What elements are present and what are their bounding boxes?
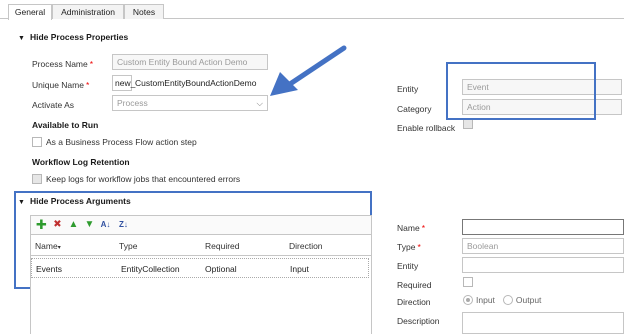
cell-direction: Input — [290, 264, 309, 274]
direction-output-label: Output — [515, 295, 542, 305]
activate-as-value: Process — [117, 98, 148, 108]
keep-logs-row: Keep logs for workflow jobs that encount… — [32, 174, 240, 184]
unique-name-value[interactable]: CustomEntityBoundActionDemo — [135, 78, 256, 88]
category-label: Category — [397, 104, 432, 114]
move-down-icon[interactable]: ▼ — [84, 219, 95, 230]
cell-required: Optional — [205, 264, 237, 274]
entity-highlight-box — [446, 62, 596, 120]
arguments-toolbar: ✚ ✖ ▲ ▼ A↓ Z↓ — [30, 215, 372, 234]
arg-entity-select[interactable] — [462, 257, 624, 273]
log-retention-title: Workflow Log Retention — [32, 157, 130, 167]
activate-as-select[interactable]: Process ⌵ — [112, 95, 268, 111]
process-properties-header[interactable]: ▼ Hide Process Properties — [18, 32, 128, 42]
move-up-icon[interactable]: ▲ — [68, 219, 79, 230]
direction-output-radio[interactable] — [502, 295, 513, 305]
bpf-checkbox-row: As a Business Process Flow action step — [32, 137, 197, 147]
process-name-label: Process Name * — [32, 59, 94, 69]
direction-input-radio[interactable] — [463, 295, 473, 305]
enable-rollback-checkbox[interactable] — [463, 119, 473, 129]
unique-name-prefix-field[interactable]: new_ — [112, 75, 135, 91]
bpf-checkbox[interactable] — [32, 137, 42, 147]
activate-as-label: Activate As — [32, 100, 75, 110]
keep-logs-label: Keep logs for workflow jobs that encount… — [46, 174, 241, 184]
entity-label: Entity — [397, 84, 419, 94]
chevron-down-icon: ⌵ — [256, 98, 263, 108]
tab-bar: General Administration Notes — [0, 0, 624, 20]
delete-icon[interactable]: ✖ — [52, 219, 63, 230]
process-properties-title: Hide Process Properties — [29, 32, 129, 42]
cell-name: Events — [36, 264, 62, 274]
bpf-checkbox-label: As a Business Process Flow action step — [46, 137, 197, 147]
arg-type-label: Type * — [397, 242, 421, 252]
column-header-required[interactable]: Required — [205, 241, 240, 251]
arg-description-label: Description — [397, 316, 440, 326]
arg-name-input[interactable] — [462, 219, 624, 235]
collapse-triangle-icon[interactable]: ▼ — [18, 35, 25, 42]
arg-required-checkbox[interactable] — [463, 277, 473, 287]
arg-entity-label: Entity — [397, 261, 419, 271]
column-header-name[interactable]: Name▾ — [35, 241, 61, 251]
column-header-direction[interactable]: Direction — [289, 241, 323, 251]
arg-description-textarea[interactable] — [462, 312, 624, 334]
arguments-grid-header: Name▾ Type Required Direction — [30, 234, 372, 256]
unique-name-label: Unique Name * — [32, 80, 90, 90]
arg-direction-label: Direction — [397, 297, 431, 307]
table-row[interactable]: Events EntityCollection Optional Input — [31, 258, 369, 278]
tab-notes[interactable]: Notes — [124, 4, 164, 19]
arg-type-select[interactable]: Boolean — [462, 238, 624, 254]
process-name-field[interactable]: Custom Entity Bound Action Demo — [112, 54, 268, 70]
tab-general[interactable]: General — [8, 4, 52, 20]
cell-type: EntityCollection — [121, 264, 180, 274]
available-to-run-title: Available to Run — [32, 120, 99, 130]
keep-logs-checkbox[interactable] — [32, 174, 42, 184]
column-header-type[interactable]: Type — [119, 241, 137, 251]
arg-name-label: Name * — [397, 223, 425, 233]
arg-required-label: Required — [397, 280, 432, 290]
arg-direction-group: Input Output — [463, 295, 541, 305]
tab-administration[interactable]: Administration — [52, 4, 124, 19]
direction-input-label: Input — [476, 295, 495, 305]
add-icon[interactable]: ✚ — [36, 218, 47, 231]
pointer-arrow-icon — [270, 45, 347, 96]
sort-ascending-icon[interactable]: A↓ — [100, 219, 111, 230]
enable-rollback-label: Enable rollback — [397, 123, 456, 133]
sort-descending-icon[interactable]: Z↓ — [118, 219, 129, 230]
